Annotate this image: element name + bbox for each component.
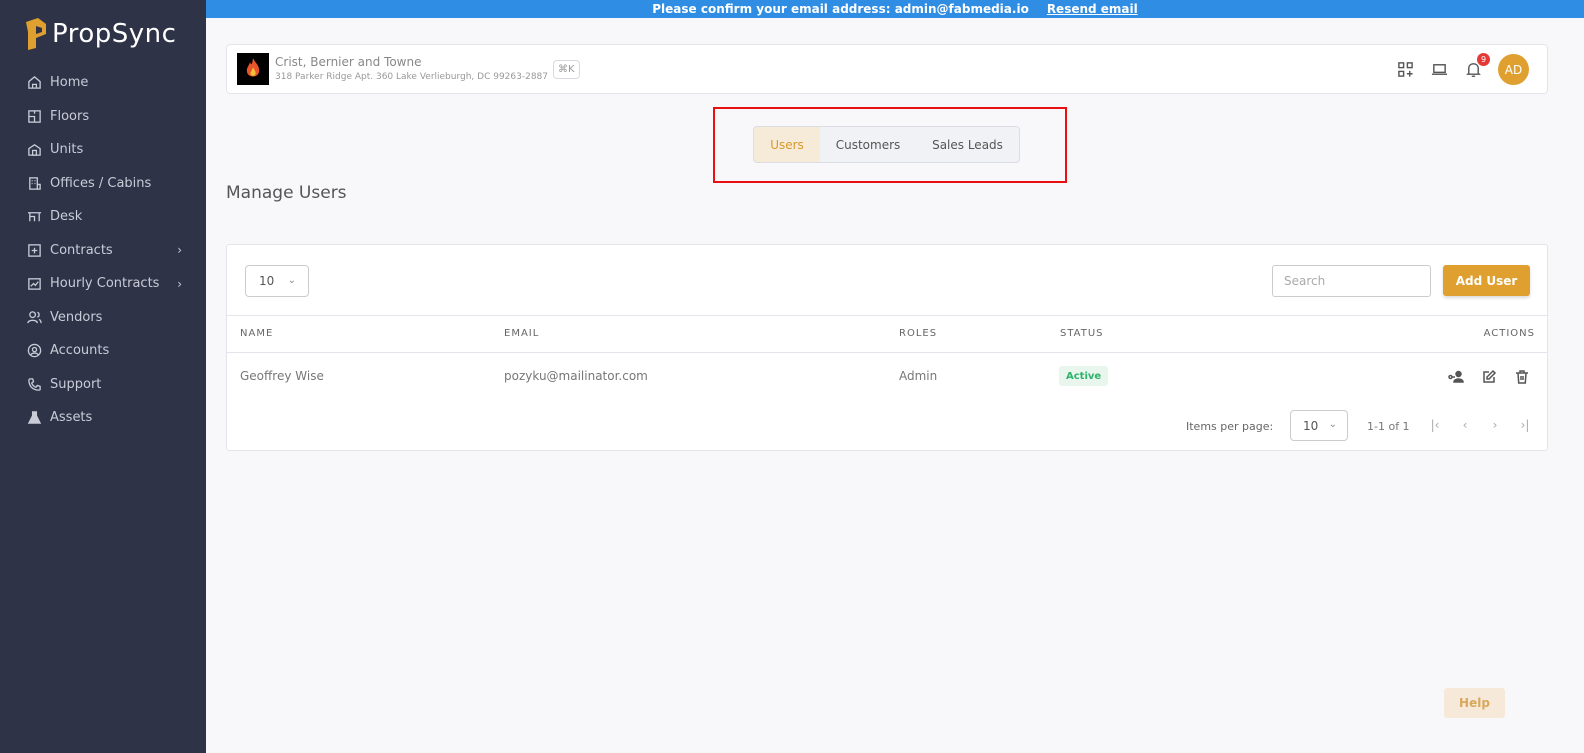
- column-header-roles[interactable]: ROLES: [899, 328, 937, 339]
- sidebar-item-label: Accounts: [50, 343, 110, 359]
- sidebar-item-contracts[interactable]: Contracts ›: [0, 234, 206, 268]
- table-header: NAME EMAIL ROLES STATUS ACTIONS: [227, 315, 1547, 353]
- command-shortcut[interactable]: ⌘K: [553, 60, 580, 79]
- org-address: 318 Parker Ridge Apt. 360 Lake Verliebur…: [275, 72, 549, 82]
- floor-plan-icon: [26, 108, 42, 124]
- chevron-right-icon: ›: [177, 276, 182, 291]
- avatar[interactable]: AD: [1498, 54, 1529, 85]
- tab-users[interactable]: Users: [754, 127, 820, 162]
- chevron-right-icon: ›: [177, 243, 182, 258]
- flask-icon: [26, 410, 42, 426]
- org-header: Crist, Bernier and Towne 318 Parker Ridg…: [226, 44, 1548, 94]
- sidebar-item-units[interactable]: Units: [0, 133, 206, 167]
- sidebar-item-home[interactable]: Home: [0, 66, 206, 100]
- first-page-icon[interactable]: |‹: [1426, 416, 1444, 434]
- main-content: Please confirm your email address: admin…: [206, 0, 1584, 753]
- contract-icon: [26, 242, 42, 258]
- row-actions: [1446, 367, 1531, 386]
- bell-icon[interactable]: 9: [1464, 52, 1490, 79]
- email-confirm-banner: Please confirm your email address: admin…: [206, 0, 1584, 18]
- column-header-email[interactable]: EMAIL: [504, 328, 539, 339]
- banner-message: Please confirm your email address: admin…: [652, 2, 1029, 16]
- edit-icon[interactable]: [1479, 367, 1498, 386]
- header-actions: 9 AD: [1396, 52, 1529, 85]
- user-type-tabs: Users Customers Sales Leads: [753, 126, 1020, 163]
- chevron-down-icon: ⌄: [1328, 419, 1337, 430]
- trash-icon[interactable]: [1512, 367, 1531, 386]
- items-per-page-select[interactable]: 10 ⌄: [1290, 410, 1348, 441]
- app-name: PropSync: [52, 19, 177, 49]
- sidebar-item-hourly-contracts[interactable]: Hourly Contracts ›: [0, 267, 206, 301]
- sidebar-item-label: Support: [50, 376, 102, 392]
- pagination: Items per page: 10 ⌄ 1-1 of 1 |‹ ‹ › ›|: [227, 410, 1547, 442]
- notification-badge: 9: [1477, 52, 1490, 66]
- next-page-icon[interactable]: ›: [1486, 416, 1504, 434]
- chart-icon: [26, 276, 42, 292]
- sidebar-item-label: Hourly Contracts: [50, 276, 160, 292]
- last-page-icon[interactable]: ›|: [1516, 416, 1534, 434]
- page-size-value: 10: [259, 274, 275, 288]
- sidebar-nav: Home Floors Units Offices / Cabins Desk …: [0, 66, 206, 435]
- resend-email-link[interactable]: Resend email: [1047, 2, 1138, 16]
- account-icon: [26, 343, 42, 359]
- page-title: Manage Users: [226, 183, 347, 203]
- sidebar-item-label: Vendors: [50, 309, 103, 325]
- org-name[interactable]: Crist, Bernier and Towne: [275, 55, 421, 69]
- sidebar-item-floors[interactable]: Floors: [0, 100, 206, 134]
- org-logo[interactable]: [237, 53, 269, 85]
- laptop-icon[interactable]: [1430, 61, 1448, 79]
- users-icon: [26, 309, 42, 325]
- column-header-name[interactable]: NAME: [240, 328, 273, 339]
- table-row: Geoffrey Wise pozyku@mailinator.com Admi…: [227, 353, 1547, 399]
- office-icon: [26, 175, 42, 191]
- sidebar-item-label: Assets: [50, 410, 93, 426]
- assign-role-icon[interactable]: [1446, 367, 1465, 386]
- sidebar-item-label: Floors: [50, 108, 90, 124]
- column-header-actions: ACTIONS: [1483, 328, 1535, 339]
- items-per-page-value: 10: [1303, 418, 1319, 433]
- sidebar-item-accounts[interactable]: Accounts: [0, 334, 206, 368]
- sidebar-item-label: Home: [50, 75, 89, 91]
- tab-sales-leads[interactable]: Sales Leads: [916, 127, 1019, 162]
- tab-customers[interactable]: Customers: [820, 127, 916, 162]
- cell-roles: Admin: [899, 369, 938, 383]
- propsync-logo-icon: [26, 18, 46, 50]
- flame-icon: [246, 58, 260, 77]
- search-input[interactable]: [1272, 265, 1431, 297]
- desk-icon: [26, 209, 42, 225]
- page-range: 1-1 of 1: [1367, 420, 1410, 433]
- sidebar: PropSync Home Floors Units Offices / Cab…: [0, 0, 206, 753]
- sidebar-item-vendors[interactable]: Vendors: [0, 301, 206, 335]
- sidebar-item-label: Desk: [50, 209, 83, 225]
- previous-page-icon[interactable]: ‹: [1456, 416, 1474, 434]
- home-icon: [26, 75, 42, 91]
- chevron-down-icon: ⌄: [287, 275, 296, 286]
- column-header-status[interactable]: STATUS: [1060, 328, 1104, 339]
- sidebar-item-label: Offices / Cabins: [50, 175, 152, 191]
- page-size-select[interactable]: 10 ⌄: [245, 265, 309, 297]
- cell-name: Geoffrey Wise: [240, 369, 324, 383]
- page-navigation: |‹ ‹ › ›|: [1426, 416, 1534, 434]
- sidebar-item-support[interactable]: Support: [0, 368, 206, 402]
- app-logo[interactable]: PropSync: [24, 18, 176, 50]
- add-user-button[interactable]: Add User: [1443, 265, 1530, 296]
- status-badge: Active: [1059, 366, 1109, 386]
- sidebar-item-label: Units: [50, 142, 84, 158]
- sidebar-item-assets[interactable]: Assets: [0, 401, 206, 435]
- sidebar-item-desk[interactable]: Desk: [0, 200, 206, 234]
- items-per-page-label: Items per page:: [1186, 420, 1274, 433]
- apps-add-icon[interactable]: [1396, 61, 1414, 79]
- cell-email: pozyku@mailinator.com: [504, 369, 648, 383]
- sidebar-item-label: Contracts: [50, 242, 113, 258]
- users-table-card: 10 ⌄ Add User NAME EMAIL ROLES STATUS AC…: [226, 244, 1548, 451]
- phone-icon: [26, 376, 42, 392]
- building-icon: [26, 142, 42, 158]
- help-button[interactable]: Help: [1444, 688, 1505, 718]
- sidebar-item-offices[interactable]: Offices / Cabins: [0, 167, 206, 201]
